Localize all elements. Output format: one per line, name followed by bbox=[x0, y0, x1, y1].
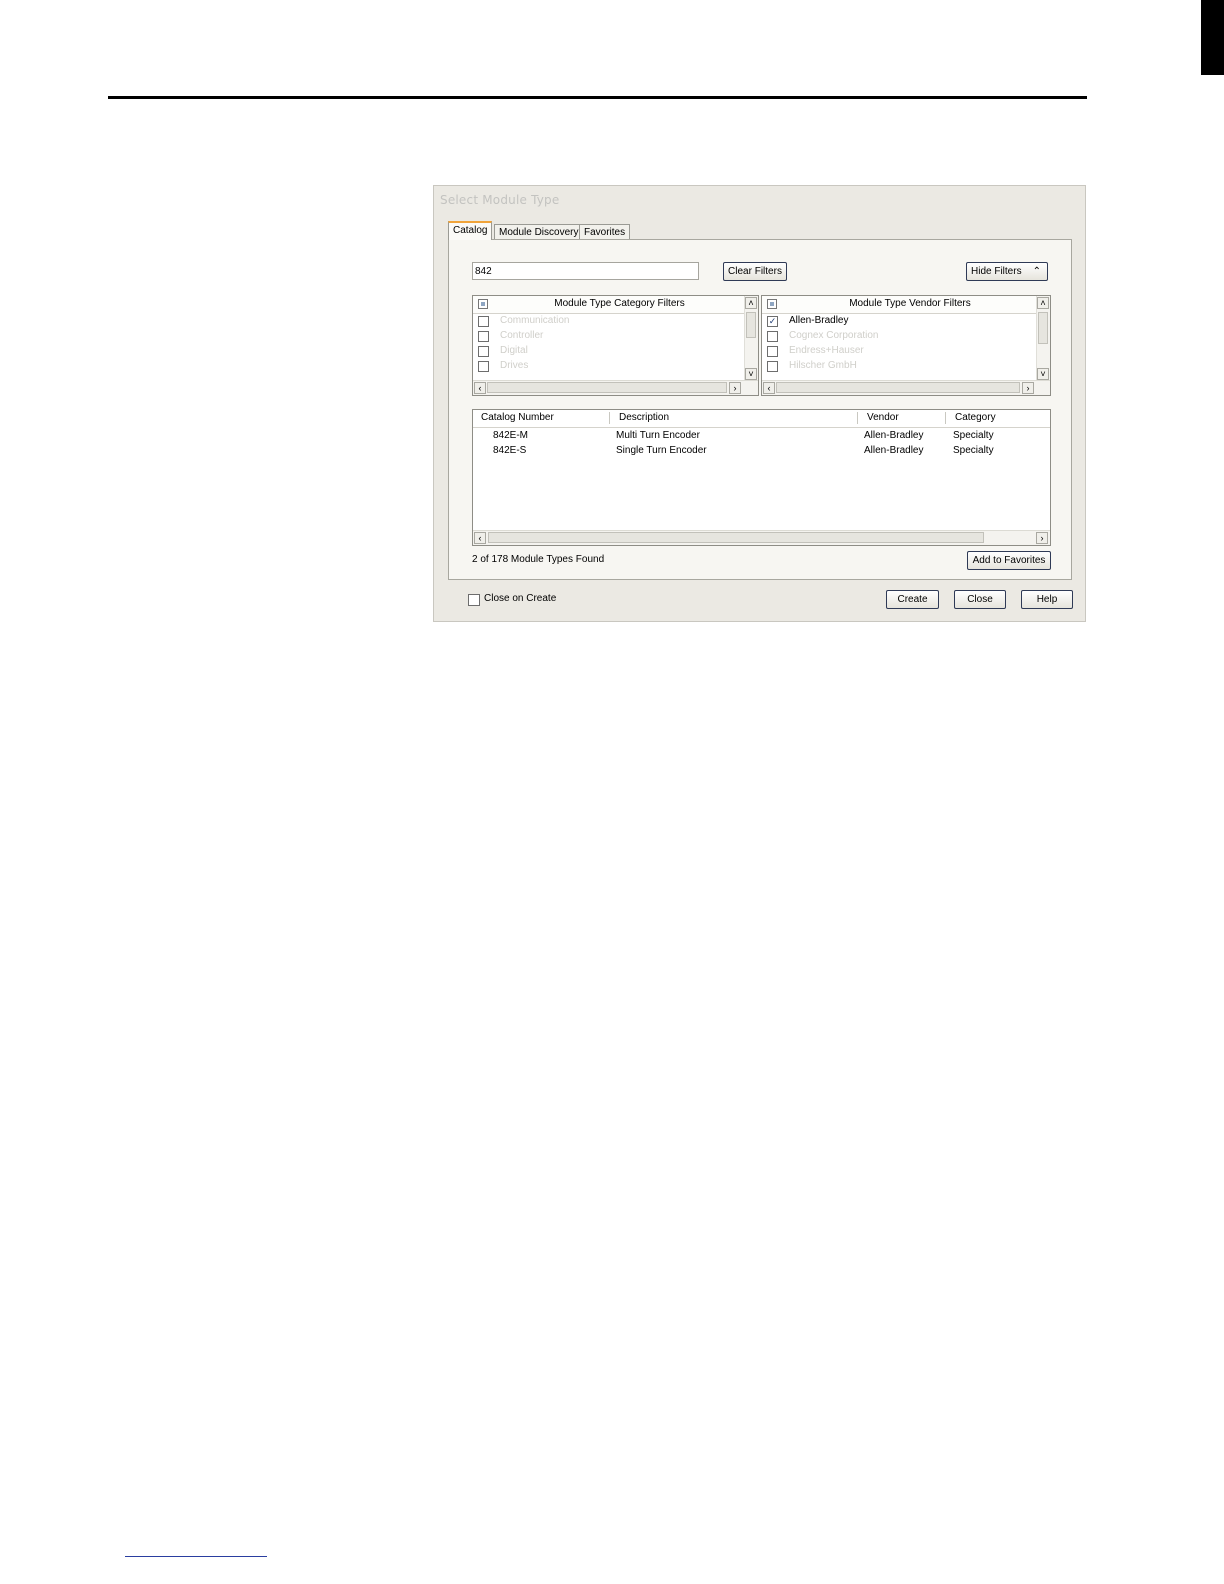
dialog-title-bar: Select Module Type bbox=[434, 186, 1085, 214]
footer-link-underline bbox=[125, 1556, 267, 1557]
category-filter-item[interactable]: Controller bbox=[473, 329, 744, 344]
vendor-select-all-checkbox[interactable] bbox=[767, 299, 777, 309]
scroll-thumb[interactable] bbox=[776, 382, 1020, 393]
checkbox[interactable] bbox=[478, 316, 489, 327]
vendor-filters-title: Module Type Vendor Filters bbox=[849, 298, 971, 309]
vertical-scrollbar[interactable]: ˄ ˅ bbox=[744, 296, 758, 381]
close-button[interactable]: Close bbox=[954, 590, 1006, 609]
column-header-category[interactable]: Category bbox=[955, 412, 996, 423]
vertical-scrollbar[interactable]: ˄ ˅ bbox=[1036, 296, 1050, 381]
vendor-filter-label: Cognex Corporation bbox=[789, 330, 879, 341]
cell-description: Single Turn Encoder bbox=[616, 445, 707, 456]
column-divider[interactable] bbox=[945, 412, 946, 424]
vendor-filter-item[interactable]: Endress+Hauser bbox=[762, 344, 1036, 359]
vendor-filters-list: Module Type Vendor Filters ✓ Allen-Bradl… bbox=[761, 295, 1051, 396]
category-filters-title: Module Type Category Filters bbox=[554, 298, 685, 309]
checkbox[interactable] bbox=[767, 331, 778, 342]
table-row[interactable]: 842E-M Multi Turn Encoder Allen-Bradley … bbox=[473, 429, 1050, 444]
scroll-right-icon[interactable]: › bbox=[1022, 382, 1034, 394]
horizontal-scrollbar[interactable]: ‹ › bbox=[473, 380, 758, 395]
add-to-favorites-button[interactable]: Add to Favorites bbox=[967, 551, 1051, 570]
help-button[interactable]: Help bbox=[1021, 590, 1073, 609]
scroll-thumb[interactable] bbox=[488, 532, 984, 543]
dialog-title: Select Module Type bbox=[440, 193, 560, 207]
column-header-catalog-number[interactable]: Catalog Number bbox=[481, 412, 554, 423]
scroll-right-icon[interactable]: › bbox=[729, 382, 741, 394]
cell-description: Multi Turn Encoder bbox=[616, 430, 700, 441]
vendor-filters-header: Module Type Vendor Filters bbox=[762, 296, 1036, 314]
scroll-thumb[interactable] bbox=[487, 382, 727, 393]
checkbox[interactable] bbox=[478, 361, 489, 372]
page-top-rule bbox=[108, 96, 1087, 99]
category-filters-list: Module Type Category Filters Communicati… bbox=[472, 295, 759, 396]
tab-favorites[interactable]: Favorites bbox=[579, 224, 631, 239]
scroll-left-icon[interactable]: ‹ bbox=[763, 382, 775, 394]
cell-catalog-number: 842E-S bbox=[493, 445, 527, 456]
results-count-status: 2 of 178 Module Types Found bbox=[472, 554, 605, 565]
select-module-type-dialog: Select Module Type Catalog Module Discov… bbox=[433, 185, 1086, 622]
tab-module-discovery[interactable]: Module Discovery bbox=[494, 224, 584, 239]
vendor-filter-item[interactable]: Cognex Corporation bbox=[762, 329, 1036, 344]
tab-catalog[interactable]: Catalog bbox=[448, 221, 493, 240]
checkbox-checked[interactable]: ✓ bbox=[767, 316, 778, 327]
column-divider[interactable] bbox=[857, 412, 858, 424]
scroll-thumb[interactable] bbox=[746, 312, 756, 338]
category-filter-item[interactable]: Drives bbox=[473, 359, 744, 374]
horizontal-scrollbar[interactable]: ‹ › bbox=[762, 380, 1050, 395]
checkbox[interactable] bbox=[767, 361, 778, 372]
table-row[interactable]: 842E-S Single Turn Encoder Allen-Bradley… bbox=[473, 444, 1050, 459]
checkbox[interactable] bbox=[478, 331, 489, 342]
category-filter-label: Digital bbox=[500, 345, 528, 356]
vendor-filter-item[interactable]: Hilscher GmbH bbox=[762, 359, 1036, 374]
scroll-up-icon[interactable]: ˄ bbox=[745, 297, 757, 309]
category-filter-label: Controller bbox=[500, 330, 544, 341]
scroll-left-icon[interactable]: ‹ bbox=[474, 532, 486, 544]
close-on-create-label: Close on Create bbox=[484, 593, 557, 604]
create-button[interactable]: Create bbox=[886, 590, 939, 609]
table-header: Catalog Number Description Vendor Catego… bbox=[473, 410, 1050, 428]
scroll-right-icon[interactable]: › bbox=[1036, 532, 1048, 544]
scroll-left-icon[interactable]: ‹ bbox=[474, 382, 486, 394]
catalog-panel: Clear Filters Hide Filters ⌃ Module Type… bbox=[448, 239, 1072, 580]
column-header-vendor[interactable]: Vendor bbox=[867, 412, 899, 423]
scroll-down-icon[interactable]: ˅ bbox=[1037, 368, 1049, 380]
scroll-down-icon[interactable]: ˅ bbox=[745, 368, 757, 380]
vendor-filter-label: Endress+Hauser bbox=[789, 345, 864, 356]
double-chevron-up-icon: ⌃ bbox=[1032, 266, 1041, 277]
scroll-thumb[interactable] bbox=[1038, 312, 1048, 344]
column-divider[interactable] bbox=[609, 412, 610, 424]
category-filter-item[interactable]: Communication bbox=[473, 314, 744, 329]
column-header-description[interactable]: Description bbox=[619, 412, 669, 423]
cell-vendor: Allen-Bradley bbox=[864, 430, 924, 441]
horizontal-scrollbar[interactable]: ‹ › bbox=[473, 530, 1050, 545]
vendor-filter-label: Hilscher GmbH bbox=[789, 360, 857, 371]
category-filter-item[interactable]: Digital bbox=[473, 344, 744, 359]
page-edge-tab bbox=[1201, 0, 1224, 75]
cell-category: Specialty bbox=[953, 430, 994, 441]
category-filters-header: Module Type Category Filters bbox=[473, 296, 744, 314]
category-filter-label: Drives bbox=[500, 360, 529, 371]
checkbox[interactable] bbox=[478, 346, 489, 357]
cell-category: Specialty bbox=[953, 445, 994, 456]
close-on-create-checkbox[interactable] bbox=[468, 594, 480, 606]
vendor-filter-item[interactable]: ✓ Allen-Bradley bbox=[762, 314, 1036, 329]
hide-filters-button[interactable]: Hide Filters ⌃ bbox=[966, 262, 1048, 281]
hide-filters-label: Hide Filters bbox=[971, 266, 1022, 277]
vendor-filter-label: Allen-Bradley bbox=[789, 315, 849, 326]
clear-filters-button[interactable]: Clear Filters bbox=[723, 262, 787, 281]
module-results-table: Catalog Number Description Vendor Catego… bbox=[472, 409, 1051, 546]
cell-catalog-number: 842E-M bbox=[493, 430, 529, 441]
scroll-up-icon[interactable]: ˄ bbox=[1037, 297, 1049, 309]
category-filter-label: Communication bbox=[500, 315, 570, 326]
checkbox[interactable] bbox=[767, 346, 778, 357]
cell-vendor: Allen-Bradley bbox=[864, 445, 924, 456]
category-select-all-checkbox[interactable] bbox=[478, 299, 488, 309]
search-input[interactable] bbox=[472, 262, 699, 280]
